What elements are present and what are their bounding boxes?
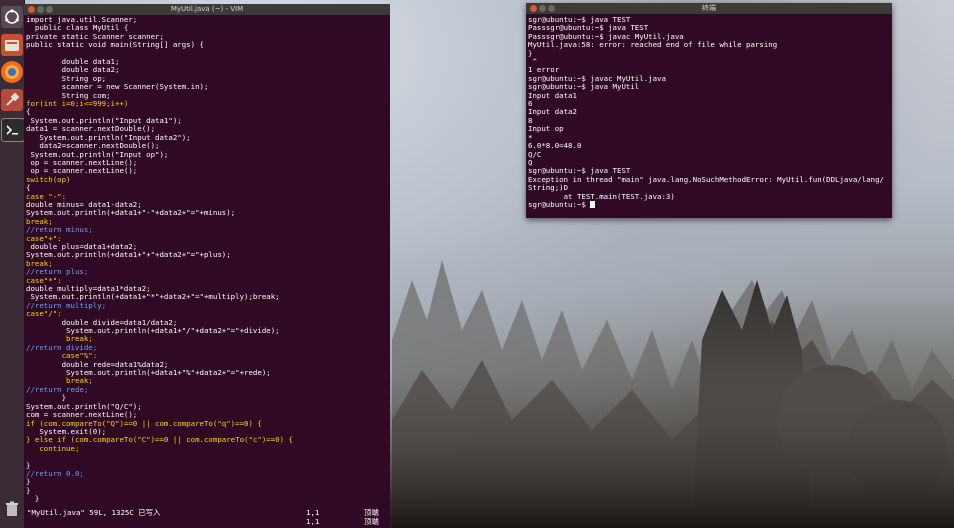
vim-code-line: //return minus; <box>26 225 93 235</box>
terminal-line: Input data2 <box>528 107 577 117</box>
vim-code-line: //return plus; <box>26 267 89 277</box>
terminal-line: 6.0*8.0=48.0 <box>528 141 582 151</box>
vim-code-line: //return multiply; <box>26 300 107 310</box>
vim-code-line: continue; <box>26 443 80 453</box>
launcher-sidebar <box>0 0 25 528</box>
terminal-icon[interactable] <box>1 118 25 142</box>
vim-code-line <box>26 453 390 461</box>
terminal-line: * <box>528 132 533 142</box>
terminal-window-title: 终端 <box>702 4 716 12</box>
vim-cursor-position: 1,1 <box>306 508 320 517</box>
vim-window-title: MyUtil.java (~) - VIM <box>170 5 244 13</box>
vim-window[interactable]: MyUtil.java (~) - VIM import java.util.S… <box>24 4 390 528</box>
vim-code-line: switch(op) <box>26 174 71 184</box>
vim-code-line: } <box>26 485 31 495</box>
terminal-window[interactable]: 终端 sgr@ubuntu:~$ java TEST Passsgr@ubuntu… <box>526 3 892 218</box>
vim-scroll-position: 顶端 <box>364 508 379 517</box>
terminal-line: MyUtil.java:58: error: reached end of fi… <box>528 40 778 50</box>
terminal-line: Input op <box>528 124 564 134</box>
settings-icon[interactable] <box>1 89 23 111</box>
files-icon[interactable] <box>1 34 23 56</box>
vim-code-line: //return 0.0; <box>26 468 84 478</box>
vim-code-line: public static void main(String[] args) { <box>26 40 204 50</box>
terminal-line: sgr@ubuntu:~$ java MyUtil <box>528 82 640 92</box>
vim-code-line: } <box>26 477 31 487</box>
vim-status-message: "MyUtil.java" 59L, 1325C 已写入 <box>27 508 161 517</box>
terminal-line: 6 <box>528 99 533 109</box>
vim-code-editor[interactable]: import java.util.Scanner; public class M… <box>26 15 390 504</box>
vim-code-line: //return rede; <box>26 384 89 394</box>
vim-code-line: } else if (com.compareTo("C")==0 || com.… <box>26 435 293 445</box>
forest-silhouette <box>392 220 954 528</box>
vim-code-line: op = scanner.nextLine(); <box>26 166 138 176</box>
terminal-output[interactable]: sgr@ubuntu:~$ java TEST Passsgr@ubuntu:~$… <box>528 15 890 209</box>
terminal-line: ^ <box>528 57 537 67</box>
vim-ruler-scroll: 顶端 <box>364 517 379 526</box>
terminal-line: Q/C <box>528 149 542 159</box>
terminal-line: Input data1 <box>528 90 577 100</box>
terminal-line: sgr@ubuntu:~$ <box>528 200 890 209</box>
vim-code-line: } <box>26 494 40 504</box>
terminal-cursor <box>590 200 596 208</box>
terminal-line: } <box>528 48 533 58</box>
trash-icon[interactable] <box>1 498 23 520</box>
vim-code-line: System.out.println(+data1+"+"+data2+"="+… <box>26 250 231 260</box>
terminal-line: 8 <box>528 115 533 125</box>
vim-status-area: "MyUtil.java" 59L, 1325C 已写入 1,1 顶端 1,1 … <box>24 508 390 528</box>
vim-code-line: System.out.println(+data1+"-"+data2+"="+… <box>26 208 236 218</box>
vim-code-line: for(int i=0;i<=999;i++) <box>26 99 129 109</box>
terminal-line: Exception in thread "main" java.lang.NoS… <box>528 174 884 184</box>
ubuntu-logo-icon[interactable] <box>1 6 23 28</box>
terminal-titlebar[interactable]: 终端 <box>526 3 892 14</box>
vim-code-line: { <box>26 183 31 193</box>
firefox-icon[interactable] <box>1 61 23 83</box>
vim-titlebar[interactable]: MyUtil.java (~) - VIM <box>24 4 390 15</box>
vim-ruler-position: 1,1 <box>306 517 320 526</box>
